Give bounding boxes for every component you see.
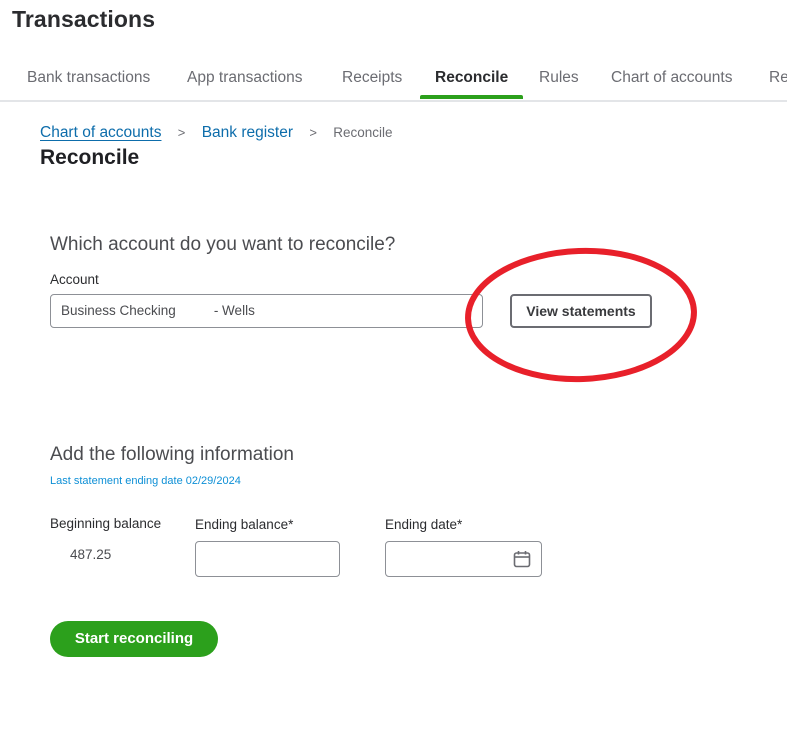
tab-chart-of-accounts[interactable]: Chart of accounts [611,69,732,98]
breadcrumb-separator: > [177,125,186,140]
tab-rules[interactable]: Rules [539,69,579,98]
account-name: Business Checking [61,303,176,318]
breadcrumb-bank-register[interactable]: Bank register [202,124,293,141]
start-reconciling-button[interactable]: Start reconciling [50,621,218,657]
account-label: Account [50,272,99,287]
info-section-heading: Add the following information [50,444,294,465]
tab-bar: Bank transactions App transactions Recei… [0,62,787,102]
ending-date-label: Ending date* [385,517,463,532]
tab-receipts[interactable]: Receipts [342,69,402,98]
breadcrumb-current: Reconcile [333,125,393,140]
page-header-title: Transactions [12,6,156,32]
view-statements-button[interactable]: View statements [510,294,652,328]
ending-date-input[interactable] [385,541,542,577]
account-suffix: - Wells [213,303,255,318]
ending-balance-label: Ending balance* [195,517,294,532]
ending-balance-input[interactable] [195,541,340,577]
beginning-balance-value: 487.25 [70,547,112,562]
active-tab-indicator [420,95,523,99]
account-select[interactable]: Business Checking - Wells [50,294,483,328]
last-statement-date: Last statement ending date 02/29/2024 [50,475,241,487]
tab-overflow[interactable]: Re [769,69,787,98]
breadcrumb: Chart of accounts > Bank register > Reco… [40,124,393,142]
account-section-heading: Which account do you want to reconcile? [50,234,396,255]
tab-app-transactions[interactable]: App transactions [187,69,302,98]
tab-reconcile[interactable]: Reconcile [435,69,508,98]
calendar-icon[interactable] [513,550,531,568]
breadcrumb-chart-of-accounts[interactable]: Chart of accounts [40,124,161,141]
beginning-balance-label: Beginning balance [50,516,162,531]
breadcrumb-separator: > [309,125,317,140]
tab-bank-transactions[interactable]: Bank transactions [27,69,150,98]
page-title: Reconcile [40,146,140,169]
